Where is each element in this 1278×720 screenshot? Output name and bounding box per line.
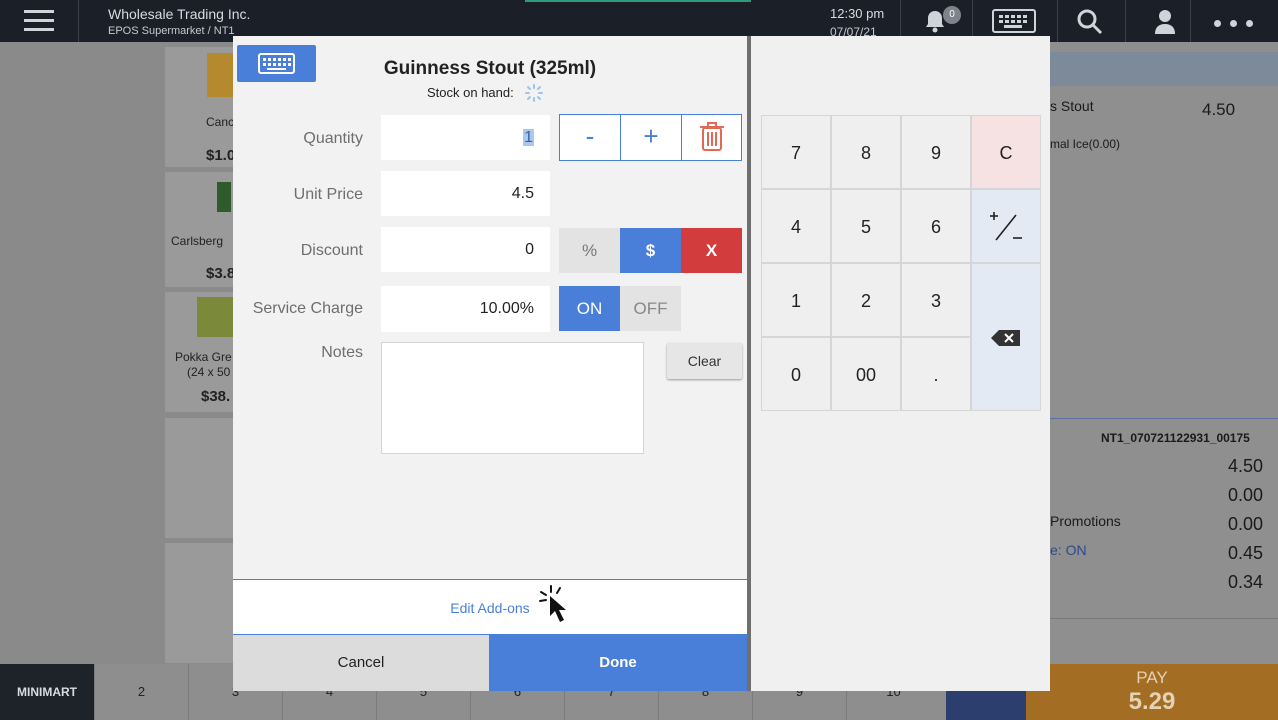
discount-label: Discount — [300, 242, 363, 259]
order-item-name: s Stout — [1050, 98, 1094, 114]
product-tile[interactable]: Canc $1.0 — [165, 47, 236, 167]
product-image — [197, 297, 233, 337]
category-tab[interactable]: 2 — [94, 664, 188, 720]
key-00[interactable]: 00 — [831, 337, 901, 411]
product-image — [207, 53, 233, 97]
menu-icon[interactable] — [24, 10, 54, 32]
stock-label: Stock on hand: — [427, 85, 514, 100]
edit-addons-button[interactable]: Edit Add-ons — [233, 579, 747, 635]
divider — [1050, 418, 1278, 419]
product-price: $1.0 — [206, 147, 236, 164]
company-name: Wholesale Trading Inc. — [108, 6, 251, 22]
more-options-icon[interactable] — [1214, 14, 1264, 27]
discount-value: 0.00 — [1228, 485, 1264, 505]
product-tile[interactable] — [165, 543, 233, 663]
key-6[interactable]: 6 — [901, 189, 971, 263]
product-name: Pokka Gre — [175, 350, 232, 364]
clear-notes-button[interactable]: Clear — [667, 343, 742, 379]
order-item-price: 4.50 — [1202, 100, 1236, 119]
discount-input[interactable]: 0 — [381, 227, 550, 272]
divider — [78, 0, 79, 42]
remove-discount-button[interactable]: X — [681, 228, 742, 273]
service-charge-value: 0.45 — [1228, 543, 1264, 563]
divider — [1190, 0, 1191, 42]
product-name: Canc — [206, 115, 235, 129]
edit-addons-label: Edit Add-ons — [450, 600, 530, 616]
product-grid: Canc $1.0 Carlsberg $3.8 Pokka Gre (24 x… — [0, 42, 236, 664]
subtotal-value: 4.50 — [1228, 456, 1264, 476]
backspace-icon — [991, 330, 1020, 346]
decrease-quantity-button[interactable]: - — [559, 114, 621, 161]
key-2[interactable]: 2 — [831, 263, 901, 337]
promotions-value: 0.00 — [1228, 514, 1264, 534]
product-price: $3.8 — [206, 265, 236, 282]
search-icon[interactable] — [1076, 8, 1106, 38]
trash-icon — [699, 122, 724, 151]
key-3[interactable]: 3 — [901, 263, 971, 337]
notification-badge: 0 — [943, 6, 961, 24]
pay-label: PAY — [1136, 668, 1168, 687]
done-button[interactable]: Done — [489, 635, 747, 691]
divider — [747, 36, 751, 691]
key-backspace[interactable] — [971, 263, 1041, 411]
tax-value: 0.34 — [1228, 572, 1264, 592]
active-indicator — [525, 0, 751, 2]
discount-percent-button[interactable]: % — [559, 228, 620, 273]
product-name-line2: (24 x 50 — [187, 365, 231, 379]
quantity-label: Quantity — [303, 130, 363, 147]
key-plus-minus[interactable] — [971, 189, 1041, 263]
store-name: EPOS Supermarket / NT1 — [108, 25, 235, 37]
notes-textarea[interactable] — [381, 342, 644, 454]
key-8[interactable]: 8 — [831, 115, 901, 189]
clock-time: 12:30 pm — [830, 6, 885, 21]
quantity-input[interactable]: 1 — [381, 115, 550, 160]
discount-dollar-button[interactable]: $ — [620, 228, 681, 273]
order-panel: s Stout 4.50 mal Ice(0.00) NT1_070721122… — [1050, 42, 1278, 664]
order-item-note: mal Ice(0.00) — [1050, 137, 1121, 151]
order-header — [1050, 52, 1278, 86]
service-charge-label: Service Charge — [252, 300, 363, 317]
divider — [1057, 0, 1058, 42]
key-decimal[interactable]: . — [901, 337, 971, 411]
key-7[interactable]: 7 — [761, 115, 831, 189]
key-9[interactable]: 9 — [901, 115, 971, 189]
service-charge-input[interactable]: 10.00% — [381, 286, 550, 332]
key-4[interactable]: 4 — [761, 189, 831, 263]
pay-button[interactable]: PAY 5.29 — [1026, 664, 1278, 720]
notes-label: Notes — [321, 344, 363, 361]
user-icon[interactable] — [1152, 8, 1182, 38]
delete-item-button[interactable] — [681, 114, 742, 161]
quantity-value: 1 — [523, 129, 534, 146]
dialog-title: Guinness Stout (325ml) — [383, 58, 597, 79]
key-1[interactable]: 1 — [761, 263, 831, 337]
increase-quantity-button[interactable]: + — [620, 114, 682, 161]
cancel-button[interactable]: Cancel — [233, 635, 489, 691]
divider — [1050, 618, 1278, 619]
product-tile[interactable] — [165, 418, 233, 538]
order-id: NT1_070721122931_00175 — [1101, 431, 1250, 445]
product-image — [217, 182, 231, 212]
key-clear[interactable]: C — [971, 115, 1041, 189]
unit-price-label: Unit Price — [293, 186, 363, 203]
loading-spinner-icon — [524, 83, 544, 103]
edit-item-dialog: Guinness Stout (325ml) Stock on hand: Qu… — [233, 36, 747, 691]
service-charge-status: e: ON — [1050, 542, 1087, 558]
unit-price-input[interactable]: 4.5 — [381, 171, 550, 216]
cursor-pointer-icon — [538, 584, 574, 626]
plus-minus-icon — [990, 212, 1022, 241]
service-charge-off-toggle[interactable]: OFF — [620, 286, 681, 331]
product-tile[interactable]: Carlsberg $3.8 — [165, 172, 236, 287]
promotions-label: Promotions — [1050, 513, 1121, 529]
divider — [1125, 0, 1126, 42]
product-tile[interactable]: Pokka Gre (24 x 50 $38. — [165, 292, 233, 412]
pay-amount: 5.29 — [1128, 688, 1176, 715]
product-price: $38. — [201, 388, 231, 405]
product-name: Carlsberg — [171, 234, 224, 248]
keyboard-icon[interactable] — [992, 9, 1036, 33]
key-0[interactable]: 0 — [761, 337, 831, 411]
numeric-keypad: 7 8 9 C 4 5 6 1 2 3 0 00 . — [751, 36, 1050, 691]
category-tab-minimart[interactable]: MINIMART — [0, 664, 94, 720]
service-charge-on-toggle[interactable]: ON — [559, 286, 620, 331]
key-5[interactable]: 5 — [831, 189, 901, 263]
